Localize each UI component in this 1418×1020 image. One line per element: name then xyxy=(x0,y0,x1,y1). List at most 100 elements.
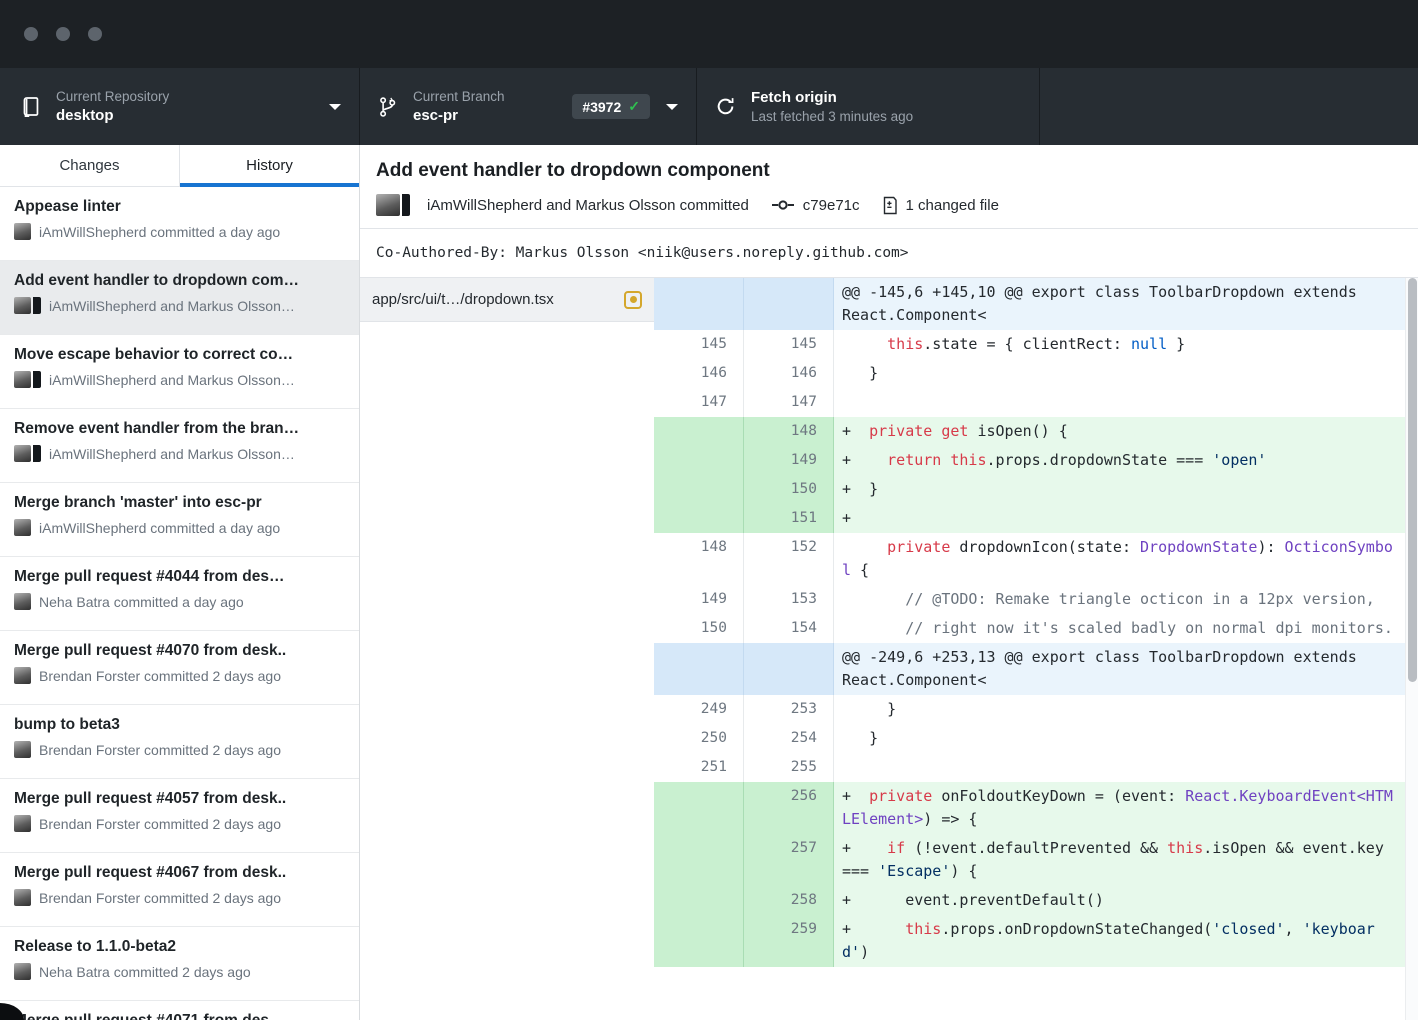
old-line-number: 149 xyxy=(654,585,744,614)
commit-item-meta: iAmWillShepherd and Markus Olsson… xyxy=(14,371,345,388)
commit-list-item[interactable]: Add event handler to dropdown com…iAmWil… xyxy=(0,261,359,335)
diff-code-text: } xyxy=(834,695,1418,724)
commit-list-item[interactable]: Merge pull request #4057 from desk..Bren… xyxy=(0,779,359,853)
commit-item-meta-text: iAmWillShepherd and Markus Olsson… xyxy=(49,446,295,462)
new-line-number: 153 xyxy=(744,585,834,614)
pull-request-badge[interactable]: #3972 ✓ xyxy=(572,94,650,119)
commit-list-item[interactable]: Merge pull request #4071 from des… xyxy=(0,1001,359,1020)
commit-list-item[interactable]: Release to 1.1.0-beta2Neha Batra committ… xyxy=(0,927,359,1001)
pull-request-number: #3972 xyxy=(582,99,621,115)
avatar xyxy=(33,445,41,462)
avatar xyxy=(14,741,31,758)
commit-item-avatars xyxy=(14,371,41,388)
changed-files-group: 1 changed file xyxy=(882,196,999,215)
commit-list-item[interactable]: Merge pull request #4044 from des… Neha B… xyxy=(0,557,359,631)
commit-item-title: bump to beta3 xyxy=(14,716,345,734)
tab-changes[interactable]: Changes xyxy=(0,145,179,186)
new-line-number: 147 xyxy=(744,388,834,417)
commit-list-item[interactable]: Move escape behavior to correct co…iAmWi… xyxy=(0,335,359,409)
commit-item-avatars xyxy=(14,667,31,684)
diff-context-line: 150154 // right now it's scaled badly on… xyxy=(654,614,1418,643)
tab-history[interactable]: History xyxy=(179,145,359,186)
git-commit-icon xyxy=(771,198,795,212)
commit-item-meta: Brendan Forster committed 2 days ago xyxy=(14,815,345,832)
commit-item-title: Release to 1.1.0-beta2 xyxy=(14,938,345,956)
diff-code-text xyxy=(834,753,1418,782)
avatar xyxy=(14,445,31,462)
commit-item-meta-text: iAmWillShepherd and Markus Olsson… xyxy=(49,372,295,388)
commit-item-avatars xyxy=(14,519,31,536)
old-line-number xyxy=(654,504,744,533)
diff-code-text: } xyxy=(834,359,1418,388)
avatar xyxy=(14,223,31,240)
zoom-window-button[interactable] xyxy=(88,27,102,41)
old-line-number: 150 xyxy=(654,614,744,643)
new-line-number: 152 xyxy=(744,533,834,585)
current-repository-button[interactable]: Current Repository desktop xyxy=(0,68,360,145)
changes-history-tabs: ChangesHistory xyxy=(0,145,359,187)
diff-added-line: 150+ } xyxy=(654,475,1418,504)
old-line-number xyxy=(654,782,744,834)
old-line-number xyxy=(654,915,744,967)
commit-author-avatars xyxy=(376,194,410,216)
commit-list-item[interactable]: Remove event handler from the bran…iAmWi… xyxy=(0,409,359,483)
commit-item-avatars xyxy=(14,963,31,980)
old-line-number: 148 xyxy=(654,533,744,585)
changed-file-path: app/src/ui/t…/dropdown.tsx xyxy=(372,291,554,308)
repo-book-icon xyxy=(20,96,41,117)
commit-meta-row: iAmWillShepherd and Markus Olsson commit… xyxy=(376,194,1402,216)
diff-added-line: 256+ private onFoldoutKeyDown = (event: … xyxy=(654,782,1418,834)
current-branch-button[interactable]: Current Branch esc-pr #3972 ✓ xyxy=(360,68,697,145)
commit-list-item[interactable]: Merge pull request #4070 from desk..Bren… xyxy=(0,631,359,705)
commit-item-title: Merge pull request #4044 from des… xyxy=(14,568,345,586)
commit-item-meta-text: Brendan Forster committed 2 days ago xyxy=(39,816,281,832)
commit-list-item[interactable]: bump to beta3Brendan Forster committed 2… xyxy=(0,705,359,779)
diff-code-text: } xyxy=(834,724,1418,753)
diff-scrollbar-track[interactable] xyxy=(1405,278,1418,1020)
new-line-number: 254 xyxy=(744,724,834,753)
commit-item-meta-text: Neha Batra committed a day ago xyxy=(39,594,244,610)
new-line-number: 148 xyxy=(744,417,834,446)
diff-code-text: + event.preventDefault() xyxy=(834,886,1418,915)
avatar xyxy=(14,593,31,610)
diff-code-text: @@ -249,6 +253,13 @@ export class Toolba… xyxy=(834,643,1418,695)
diff-scrollbar-thumb[interactable] xyxy=(1408,278,1417,682)
changed-file-item[interactable]: app/src/ui/t…/dropdown.tsx xyxy=(360,278,654,322)
commit-item-title: Appease linter xyxy=(14,198,345,216)
git-branch-icon xyxy=(378,96,398,118)
commit-list-item[interactable]: Merge branch 'master' into esc-priAmWill… xyxy=(0,483,359,557)
avatar xyxy=(14,963,31,980)
old-line-number: 147 xyxy=(654,388,744,417)
diff-viewer: @@ -145,6 +145,10 @@ export class Toolba… xyxy=(654,278,1418,1020)
diff-added-line: 148+ private get isOpen() { xyxy=(654,417,1418,446)
commit-list-item[interactable]: Merge pull request #4067 from desk..Bren… xyxy=(0,853,359,927)
commit-detail-pane: Add event handler to dropdown component … xyxy=(360,145,1418,1020)
current-repository-label: Current Repository xyxy=(56,89,169,104)
commit-list-item[interactable]: Appease linteriAmWillShepherd committed … xyxy=(0,187,359,261)
diff-rows: @@ -145,6 +145,10 @@ export class Toolba… xyxy=(654,278,1418,967)
fetch-origin-button[interactable]: Fetch origin Last fetched 3 minutes ago xyxy=(697,68,1040,145)
avatar xyxy=(376,194,400,216)
commit-item-title: Merge branch 'master' into esc-pr xyxy=(14,494,345,512)
old-line-number xyxy=(654,446,744,475)
commit-item-meta-text: iAmWillShepherd and Markus Olsson… xyxy=(49,298,295,314)
current-branch-value: esc-pr xyxy=(413,107,505,124)
old-line-number: 249 xyxy=(654,695,744,724)
changed-files-count: 1 changed file xyxy=(906,197,999,214)
github-desktop-window: Current Repository desktop Current Branc… xyxy=(0,0,1418,1020)
commit-item-meta-text: Brendan Forster committed 2 days ago xyxy=(39,668,281,684)
commit-item-avatars xyxy=(14,815,31,832)
diff-added-line: 259+ this.props.onDropdownStateChanged('… xyxy=(654,915,1418,967)
sync-icon xyxy=(715,96,736,117)
diff-context-line: 148152 private dropdownIcon(state: Dropd… xyxy=(654,533,1418,585)
diff-added-line: 151+ xyxy=(654,504,1418,533)
close-window-button[interactable] xyxy=(24,27,38,41)
commit-item-avatars xyxy=(14,889,31,906)
diff-code-text: + private get isOpen() { xyxy=(834,417,1418,446)
diff-code-text: this.state = { clientRect: null } xyxy=(834,330,1418,359)
minimize-window-button[interactable] xyxy=(56,27,70,41)
commit-sha: c79e71c xyxy=(803,197,860,214)
commit-history-list: Appease linteriAmWillShepherd committed … xyxy=(0,187,359,1020)
avatar xyxy=(14,889,31,906)
new-line-number: 150 xyxy=(744,475,834,504)
